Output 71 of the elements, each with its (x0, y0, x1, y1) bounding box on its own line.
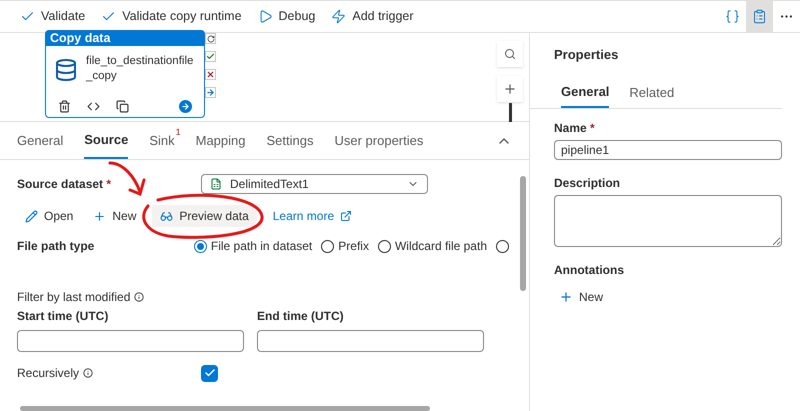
field-label: Start time (UTC) (17, 308, 110, 325)
field-label: End time (UTC) (257, 308, 345, 325)
tab[interactable]: Related (629, 78, 674, 108)
field-label: Recursively (17, 365, 80, 382)
search-button[interactable] (497, 41, 523, 67)
info-icon[interactable] (134, 292, 144, 302)
braces-icon (725, 9, 740, 24)
activity-card[interactable]: Copy data file_to_destinationfile_copy (45, 30, 205, 118)
error-count: 1 (176, 126, 181, 139)
tab[interactable]: Source (84, 122, 128, 159)
preview-data-button[interactable]: Preview data (152, 205, 257, 227)
external-link-icon (340, 210, 352, 222)
field-label: Name * (554, 120, 596, 136)
tab[interactable]: Mapping (196, 122, 246, 159)
zoom-in-button[interactable] (497, 76, 523, 102)
plus-icon (93, 210, 106, 222)
code-icon[interactable] (87, 100, 100, 113)
time-input-field[interactable] (17, 330, 244, 352)
field-label: File path type (17, 238, 96, 255)
new-button[interactable]: New (85, 205, 144, 227)
radio-option[interactable]: Prefix (321, 237, 369, 255)
annotation-arrow (108, 162, 146, 196)
description-field[interactable] (554, 194, 782, 246)
copy-icon[interactable] (116, 100, 129, 113)
name-input-field[interactable]: pipeline1 (554, 140, 782, 160)
activity-type: Copy data (46, 31, 204, 46)
tab[interactable]: Settings (266, 122, 314, 159)
radio-option[interactable] (496, 240, 509, 252)
field-label: Description (554, 174, 622, 192)
radio-option[interactable]: Wildcard file path (378, 237, 487, 255)
radio-option[interactable]: File path in dataset (194, 237, 312, 255)
search-icon (504, 48, 516, 60)
delete-icon[interactable] (58, 100, 71, 113)
field-label: Source dataset * (17, 177, 112, 191)
plus-icon (503, 82, 517, 96)
field-label: Filter by last modified (17, 289, 130, 306)
play-icon (258, 9, 273, 24)
open-button[interactable]: Open (17, 205, 82, 227)
required-mark: * (590, 120, 595, 134)
check-icon (204, 367, 216, 379)
tab[interactable]: General (561, 78, 610, 108)
database-icon (54, 58, 78, 82)
checkbox[interactable] (201, 364, 218, 382)
time-input-field[interactable] (257, 330, 484, 352)
lightning-icon (331, 9, 346, 24)
glasses-icon (160, 210, 174, 222)
failure-icon[interactable] (205, 69, 216, 80)
required-mark: * (106, 177, 112, 191)
success-icon[interactable] (205, 51, 216, 62)
completion-icon[interactable] (205, 87, 216, 98)
clipboard-icon (752, 9, 767, 24)
toolbar-button[interactable]: Add trigger (323, 1, 422, 32)
field-label: Annotations (554, 262, 625, 278)
file-icon (210, 178, 222, 190)
new-annotation-button[interactable]: New (559, 288, 604, 306)
toolbar-button[interactable]: Debug (250, 1, 324, 32)
pencil-icon (25, 210, 38, 222)
tab[interactable]: User properties (334, 122, 424, 159)
toolbar-button[interactable]: Validate copy runtime (93, 1, 250, 32)
toolbar-button[interactable]: Validate (12, 1, 94, 32)
dataset-dropdown[interactable]: DelimitedText1 (201, 174, 428, 194)
activity-name: file_to_destinationfile_copy (86, 54, 194, 84)
info-icon[interactable] (83, 368, 94, 378)
skip-icon[interactable] (205, 33, 216, 44)
learn-more-link[interactable]: Learn more (264, 205, 360, 227)
tab[interactable]: General (17, 122, 64, 159)
scrollbar-thumb[interactable] (520, 176, 526, 291)
properties-button[interactable] (746, 1, 773, 32)
panel-title: Properties (554, 46, 620, 64)
horizontal-scrollbar-thumb[interactable] (20, 406, 430, 411)
plus-icon (559, 290, 573, 304)
